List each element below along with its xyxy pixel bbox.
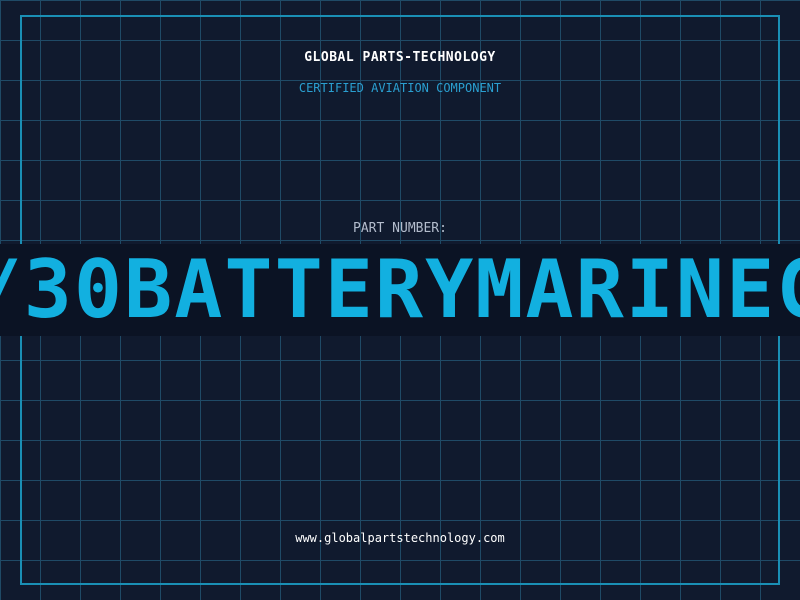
part-number-value: 6/30BATTERYMARINECA (0, 243, 800, 336)
label-canvas: GLOBAL PARTS-TECHNOLOGY CERTIFIED AVIATI… (0, 0, 800, 600)
website-url: www.globalpartstechnology.com (295, 531, 505, 545)
part-number-label: PART NUMBER: (353, 221, 447, 236)
certification-subtitle: CERTIFIED AVIATION COMPONENT (298, 81, 502, 95)
company-name: GLOBAL PARTS-TECHNOLOGY (304, 50, 496, 65)
